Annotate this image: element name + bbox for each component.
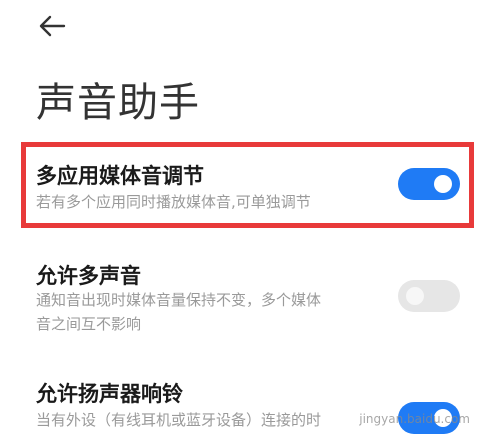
- watermark: jingyan.baidu.com: [359, 412, 470, 426]
- back-button[interactable]: [34, 8, 70, 44]
- page-title: 声音助手: [36, 80, 200, 126]
- toggle-knob: [406, 287, 424, 305]
- allow-multiple-sounds-toggle[interactable]: [398, 280, 460, 312]
- setting-title: 允许多声音: [36, 264, 141, 288]
- arrow-left-icon: [39, 15, 66, 37]
- setting-description: 当有外设（有线耳机或蓝牙设备）连接的时: [36, 411, 322, 429]
- setting-allow-multiple-sounds: 允许多声音 通知音出现时媒体音量保持不变，多个媒体 音之间互不影响: [36, 250, 468, 340]
- setting-title: 允许扬声器响铃: [36, 382, 183, 406]
- setting-description: 通知音出现时媒体音量保持不变，多个媒体 音之间互不影响: [36, 291, 322, 333]
- highlight-box: [21, 142, 474, 228]
